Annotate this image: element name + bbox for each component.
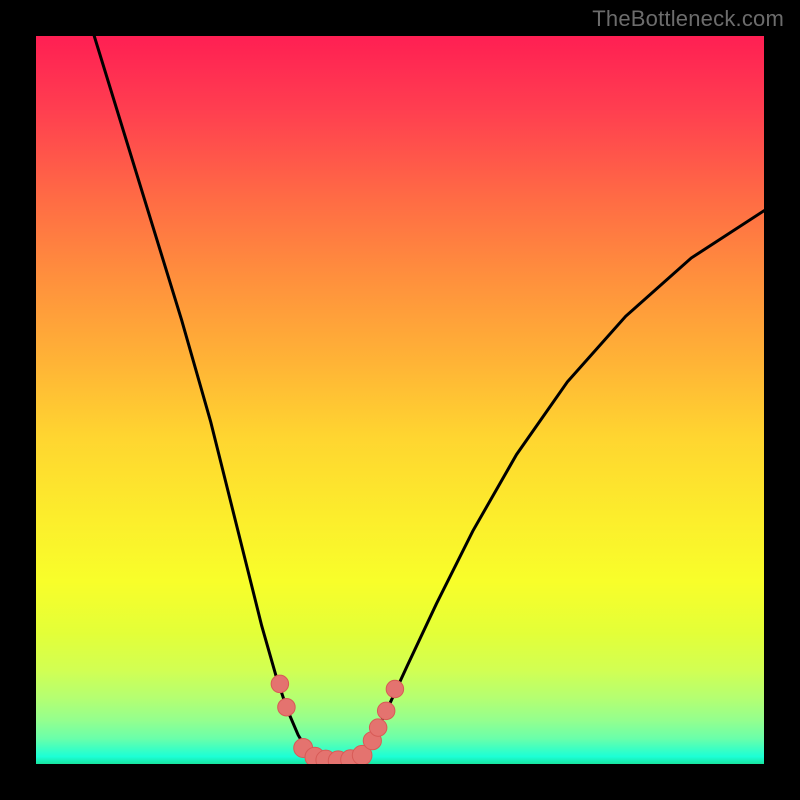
watermark-text: TheBottleneck.com	[592, 6, 784, 32]
plot-area	[36, 36, 764, 764]
chart-frame: TheBottleneck.com	[0, 0, 800, 800]
valley-marker	[386, 680, 403, 697]
series-right-branch	[360, 211, 764, 757]
valley-marker	[278, 698, 295, 715]
valley-marker	[271, 675, 288, 692]
chart-svg	[36, 36, 764, 764]
bottleneck-curve	[94, 36, 764, 762]
valley-marker	[369, 719, 386, 736]
series-left-branch	[94, 36, 316, 758]
valley-marker	[377, 702, 394, 719]
